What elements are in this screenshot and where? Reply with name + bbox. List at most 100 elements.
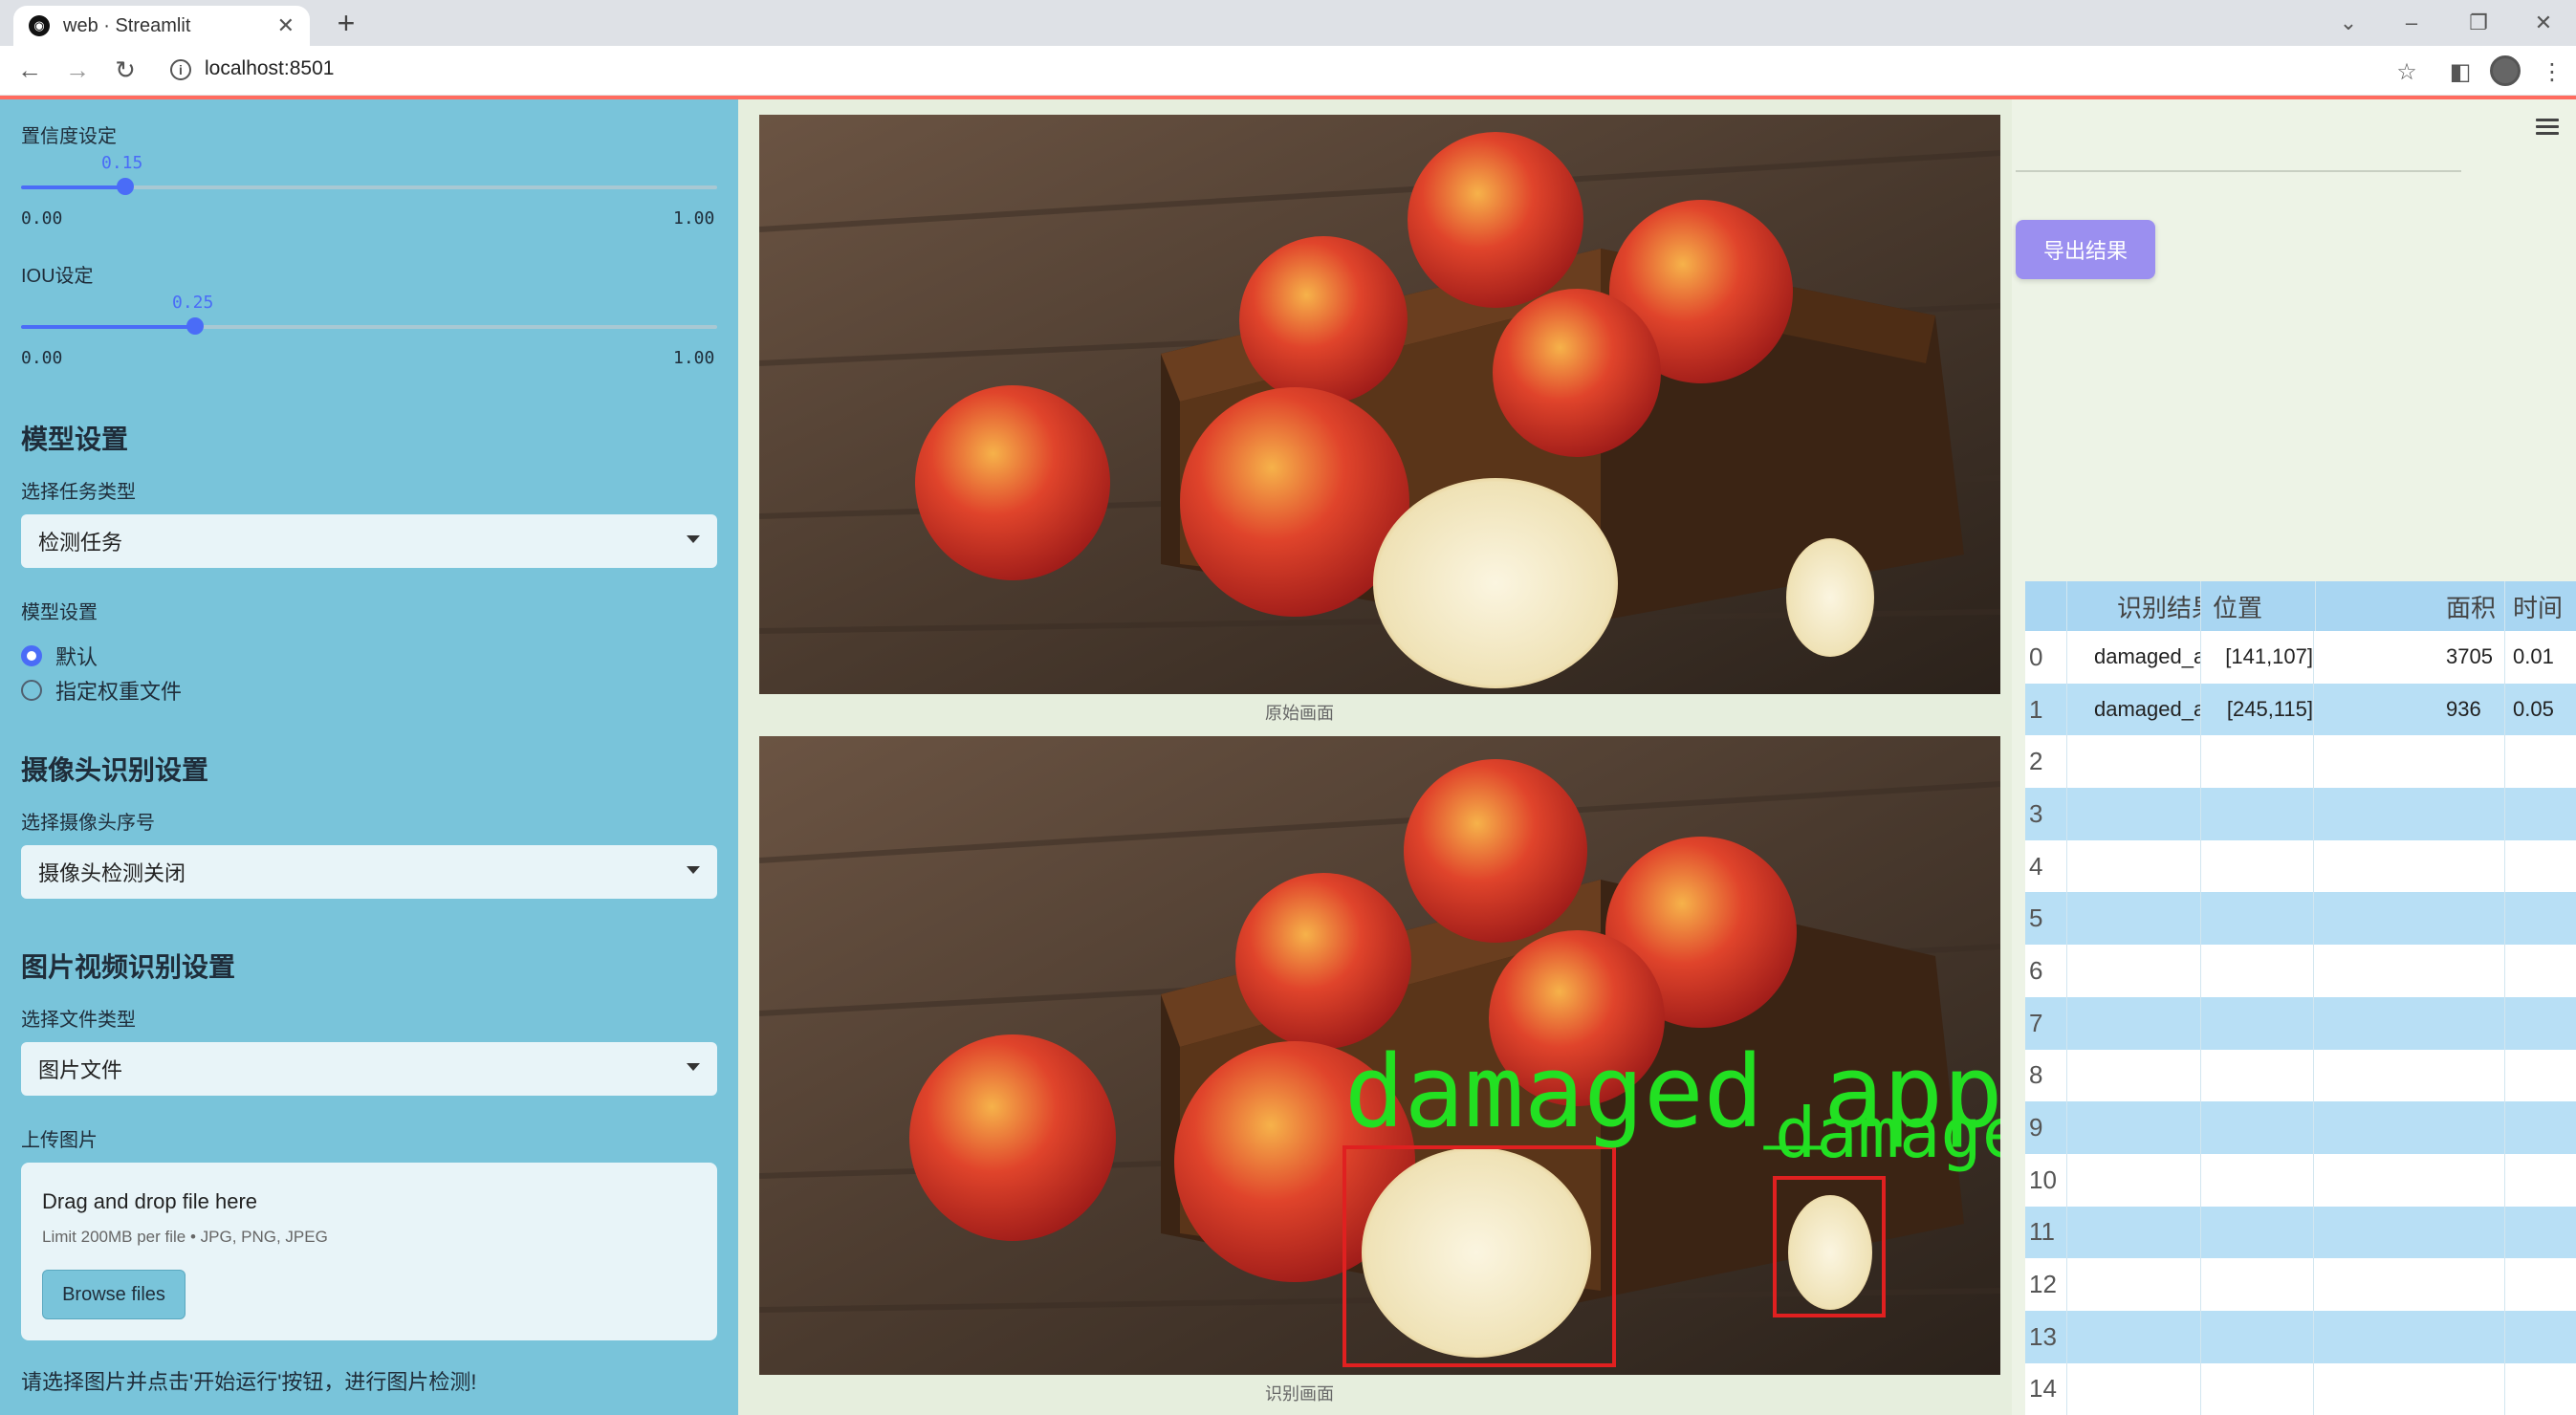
radio-custom-weights[interactable]: 指定权重文件: [21, 675, 182, 706]
address-bar[interactable]: localhost:8501: [205, 57, 334, 80]
browser-toolbar: [0, 46, 2576, 96]
cell-area: [2438, 996, 2505, 1050]
iou-slider[interactable]: [21, 317, 717, 335]
new-tab-icon[interactable]: +: [329, 6, 363, 40]
cell-area: [2438, 735, 2505, 789]
apple-scene-result: damaged_apple damaged_apple: [759, 736, 2000, 1375]
table-row[interactable]: 2: [2025, 735, 2576, 789]
browser-tab[interactable]: ◉ web · Streamlit ✕: [13, 6, 310, 46]
tab-close-icon[interactable]: ✕: [277, 13, 295, 38]
bookmark-star-icon[interactable]: ☆: [2390, 55, 2423, 88]
table-row[interactable]: 11: [2025, 1206, 2576, 1259]
cell-area: [2438, 839, 2505, 893]
site-info-icon[interactable]: i: [170, 59, 191, 80]
cell-time: [2505, 735, 2576, 788]
conf-slider[interactable]: [21, 178, 717, 195]
export-results-button[interactable]: 导出结果: [2016, 220, 2155, 279]
table-row[interactable]: 5: [2025, 892, 2576, 946]
side-panel-icon[interactable]: ◧: [2444, 55, 2477, 88]
table-row[interactable]: 10: [2025, 1153, 2576, 1207]
cell-area: [2438, 1258, 2505, 1311]
cell-position: [2201, 788, 2314, 840]
result-caption: 识别画面: [1265, 1384, 1334, 1404]
table-row[interactable]: 4: [2025, 839, 2576, 893]
cell-position: [2201, 1049, 2314, 1102]
table-row[interactable]: 7: [2025, 996, 2576, 1050]
table-row[interactable]: 1damaged_apple[245,115] 936 0.05: [2025, 683, 2576, 736]
camera-select[interactable]: 摄像头检测关闭: [21, 845, 717, 899]
camera-select-value: 摄像头检测关闭: [38, 861, 186, 885]
task-select[interactable]: 检测任务: [21, 514, 717, 568]
file-dropzone[interactable]: Drag and drop file here Limit 200MB per …: [21, 1163, 717, 1340]
instruction-note: 请选择图片并点击'开始运行'按钮，进行图片检测!: [21, 1370, 477, 1394]
forward-icon[interactable]: →: [61, 54, 94, 86]
cell-result: [2067, 1153, 2201, 1207]
conf-label: 置信度设定: [21, 126, 117, 147]
cell-result: [2067, 788, 2201, 840]
header-area[interactable]: 面积: [2438, 581, 2505, 631]
streamlit-favicon-icon: ◉: [29, 15, 50, 36]
cell-position: [2201, 1206, 2314, 1259]
tab-search-icon[interactable]: ⌄: [2329, 6, 2368, 40]
table-row[interactable]: 12: [2025, 1258, 2576, 1311]
radio-custom-label: 指定权重文件: [55, 680, 183, 704]
filetype-select[interactable]: 图片文件: [21, 1042, 717, 1096]
camera-heading: 摄像头识别设置: [21, 755, 209, 785]
restore-icon[interactable]: ❐: [2459, 6, 2498, 40]
task-select-value: 检测任务: [38, 531, 123, 555]
header-position[interactable]: 位置: [2201, 581, 2316, 631]
original-caption: 原始画面: [1265, 704, 1334, 723]
header-result[interactable]: 识别结果: [2067, 581, 2201, 631]
table-row[interactable]: 6: [2025, 945, 2576, 997]
row-index: 14: [2025, 1362, 2067, 1415]
reload-icon[interactable]: ↻: [109, 54, 142, 86]
row-index: 7: [2025, 996, 2067, 1050]
cell-result: [2067, 735, 2201, 789]
cell-position: [2201, 1101, 2314, 1154]
filetype-select-value: 图片文件: [38, 1058, 123, 1082]
radio-default[interactable]: 默认: [21, 641, 98, 671]
cell-time: [2505, 1258, 2576, 1311]
table-row[interactable]: 0damaged_apple[141,107] 3705 0.01: [2025, 631, 2576, 684]
cell-time: 0.01: [2513, 644, 2554, 669]
browse-files-button[interactable]: Browse files: [42, 1270, 186, 1319]
cell-area: [2438, 1049, 2505, 1102]
model-heading: 模型设置: [21, 424, 129, 454]
iou-label: IOU设定: [21, 266, 94, 287]
tab-title: web · Streamlit: [63, 14, 191, 36]
hamburger-menu-icon[interactable]: [2536, 119, 2559, 136]
cell-time: [2505, 997, 2576, 1050]
iou-slider-thumb[interactable]: [186, 317, 204, 335]
table-row[interactable]: 14: [2025, 1362, 2576, 1415]
cell-position: [2201, 996, 2314, 1050]
cell-area: [2438, 1101, 2505, 1154]
task-label: 选择任务类型: [21, 482, 136, 503]
chevron-down-icon: [687, 1063, 700, 1071]
table-body: 0damaged_apple[141,107] 3705 0.01 1damaged_…: [2025, 631, 2576, 1415]
header-index: [2025, 581, 2067, 631]
table-row[interactable]: 3: [2025, 788, 2576, 840]
minimize-icon[interactable]: –: [2392, 6, 2431, 40]
radio-selected-icon: [21, 645, 42, 666]
cell-time: [2505, 840, 2576, 893]
iou-max: 1.00: [673, 348, 715, 368]
profile-avatar[interactable]: [2490, 55, 2521, 86]
cell-time: [2505, 1050, 2576, 1102]
iou-value: 0.25: [172, 293, 214, 313]
cell-position: [2201, 1153, 2314, 1207]
browser-menu-icon[interactable]: ⋮: [2536, 55, 2568, 88]
radio-default-label: 默认: [55, 645, 98, 669]
table-row[interactable]: 9: [2025, 1101, 2576, 1154]
cell-result: [2067, 996, 2201, 1050]
upload-label: 上传图片: [21, 1130, 98, 1151]
header-time[interactable]: 时间: [2505, 581, 2576, 631]
cell-area: [2438, 1153, 2505, 1207]
camera-label: 选择摄像头序号: [21, 813, 155, 834]
cell-area: [2438, 892, 2505, 946]
back-icon[interactable]: ←: [13, 54, 46, 86]
table-row[interactable]: 13: [2025, 1310, 2576, 1363]
cell-position: [2201, 892, 2314, 946]
close-window-icon[interactable]: ✕: [2524, 6, 2563, 40]
cell-position: [2201, 945, 2314, 997]
table-row[interactable]: 8: [2025, 1049, 2576, 1102]
